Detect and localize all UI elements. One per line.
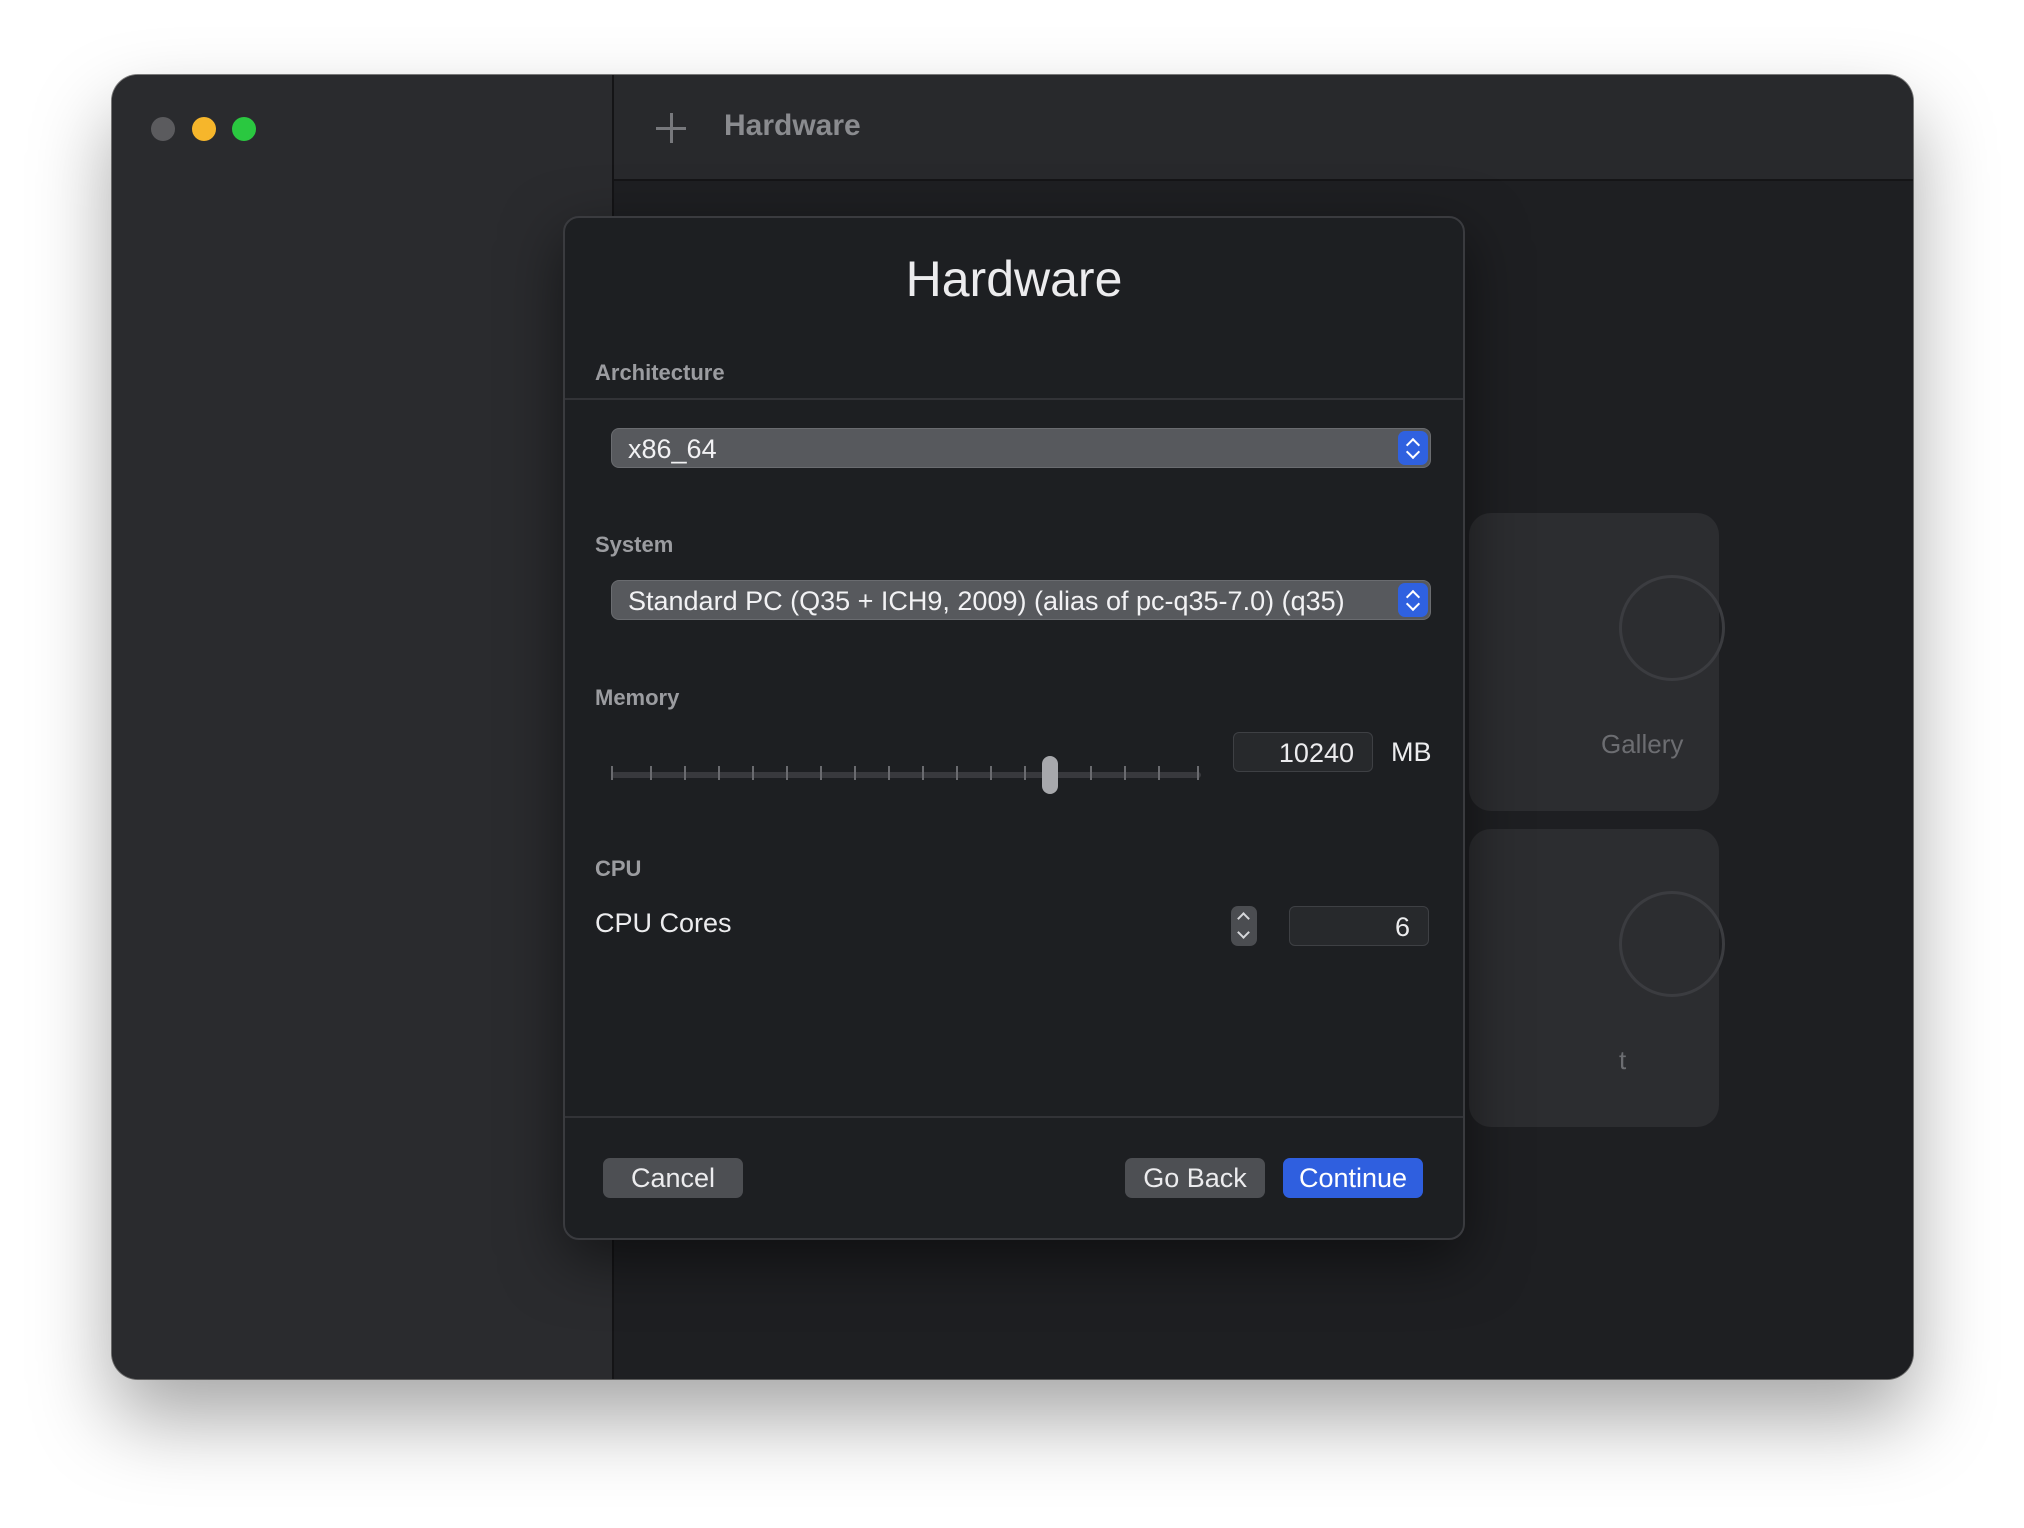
memory-unit: MB [1391,737,1432,767]
slider-knob[interactable] [1042,756,1058,794]
slider-tick [684,766,686,780]
background-card-label: Gallery [1601,729,1684,759]
architecture-label: Architecture [595,360,725,385]
background-card: t [1469,829,1725,1127]
system-value: Standard PC (Q35 + ICH9, 2009) (alias of… [628,586,1345,616]
slider-tick [956,766,958,780]
cancel-button[interactable]: Cancel [603,1158,743,1198]
slider-tick [1024,766,1026,780]
slider-tick [922,766,924,780]
architecture-value: x86_64 [628,434,717,464]
slider-tick [718,766,720,780]
system-label: System [595,532,674,557]
slider-tick [1124,766,1126,780]
card-icon [1619,891,1725,997]
cpu-label: CPU [595,856,642,881]
system-select[interactable]: Standard PC (Q35 + ICH9, 2009) (alias of… [611,580,1431,620]
maximize-window-button[interactable] [232,117,256,141]
sidebar [112,75,614,1379]
select-arrows-icon [1398,431,1428,465]
minimize-window-button[interactable] [192,117,216,141]
slider-tick [1197,766,1199,780]
hardware-dialog: Hardware Architecture x86_64 System Stan… [563,216,1465,1240]
divider [565,1116,1463,1118]
chevron-down-icon[interactable] [1237,926,1250,939]
slider-tick [888,766,890,780]
slider-tick [1090,766,1092,780]
slider-tick [854,766,856,780]
card-icon [1619,575,1725,681]
dialog-title: Hardware [905,251,1123,307]
memory-label: Memory [595,685,680,710]
slider-track [611,772,1201,778]
go-back-button[interactable]: Go Back [1125,1158,1265,1198]
background-card-gallery: Gallery [1469,513,1725,811]
slider-tick [611,766,613,780]
memory-value: 10240 [1278,738,1354,768]
slider-tick [820,766,822,780]
plus-icon[interactable] [656,113,686,143]
toolbar-title: Hardware [724,109,861,142]
select-arrows-icon [1398,583,1428,617]
close-window-button[interactable] [151,117,175,141]
toolbar: Hardware [614,75,1913,181]
chevron-up-icon[interactable] [1237,912,1250,925]
slider-tick [1158,766,1160,780]
slider-tick [650,766,652,780]
slider-tick [990,766,992,780]
cpu-cores-stepper[interactable] [1231,906,1257,946]
memory-input[interactable]: 10240 [1233,732,1373,772]
memory-slider[interactable] [611,754,1201,794]
cpu-cores-input[interactable]: 6 [1289,906,1429,946]
cpu-cores-value: 6 [1394,912,1410,942]
background-card-label: t [1619,1045,1627,1075]
slider-tick [786,766,788,780]
architecture-select[interactable]: x86_64 [611,428,1431,468]
slider-tick [752,766,754,780]
divider [565,398,1463,400]
continue-button[interactable]: Continue [1283,1158,1423,1198]
cpu-cores-label: CPU Cores [595,908,732,938]
